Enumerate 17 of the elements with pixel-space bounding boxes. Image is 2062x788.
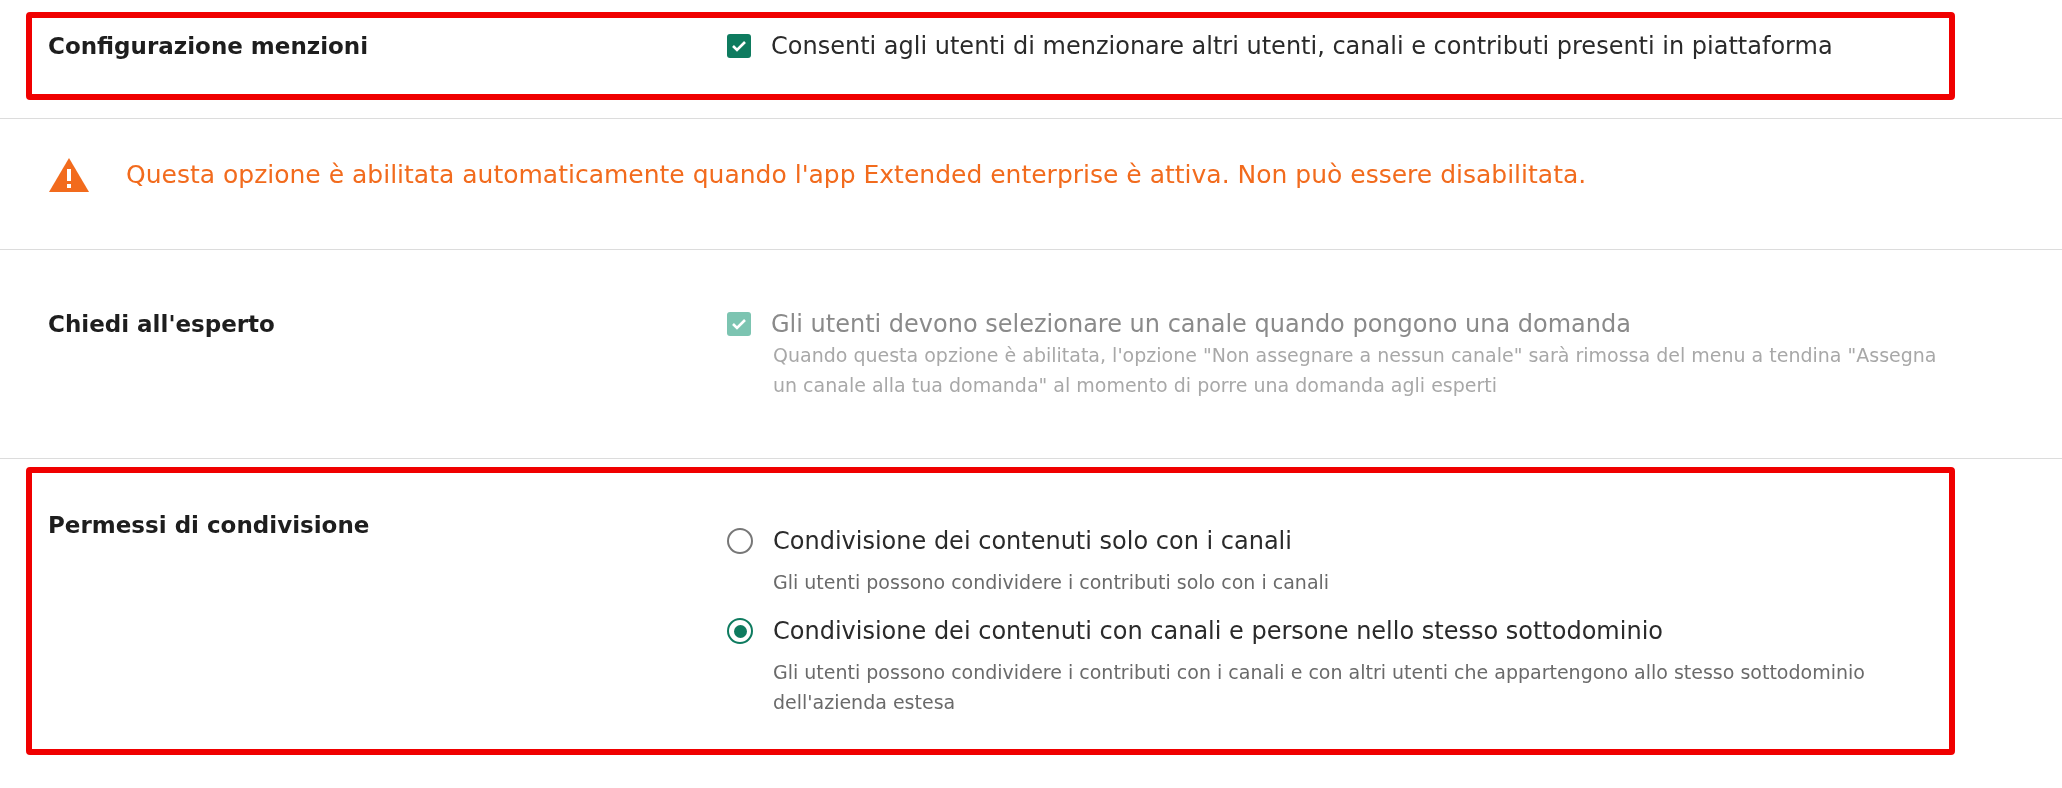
- option-label: Condivisione dei contenuti solo con i canali: [773, 526, 1292, 557]
- option-description: Quando questa opzione è abilitata, l'opzione "Non assegnare a nessun canale" sarà rimossa del menu a tendina "Assegna un canale alla tua domanda" al momento di porre una domanda agli esperti: [773, 343, 1938, 398]
- option-description: Gli utenti possono condividere i contributi solo con i canali: [773, 570, 1331, 595]
- option-label: Consenti agli utenti di menzionare altri utenti, canali e contributi presenti in piattaforma: [771, 31, 1833, 62]
- warning-icon: [48, 157, 90, 193]
- option-label: Condivisione dei contenuti con canali e persone nello stesso sottodominio: [773, 616, 1663, 647]
- checkbox[interactable]: [727, 34, 751, 58]
- option-label: Gli utenti devono selezionare un canale quando pongono una domanda: [771, 309, 1631, 340]
- option-description: Gli utenti possono condividere i contributi con i canali e con altri utenti che appartengono allo stesso sottodominio dell'azienda estesa: [773, 660, 1866, 715]
- radio-button[interactable]: [727, 528, 753, 554]
- setting-label: Chiedi all'esperto: [48, 310, 276, 339]
- setting-label: Configurazione menzioni: [48, 32, 370, 61]
- setting-label: Permessi di condivisione: [48, 511, 371, 540]
- check-icon: [731, 40, 747, 52]
- radio-button[interactable]: [727, 618, 753, 644]
- check-icon: [731, 318, 747, 330]
- warning-text: Questa opzione è abilitata automaticamente quando l'app Extended enterprise è attiva. Non può essere disabilitata.: [126, 159, 1587, 191]
